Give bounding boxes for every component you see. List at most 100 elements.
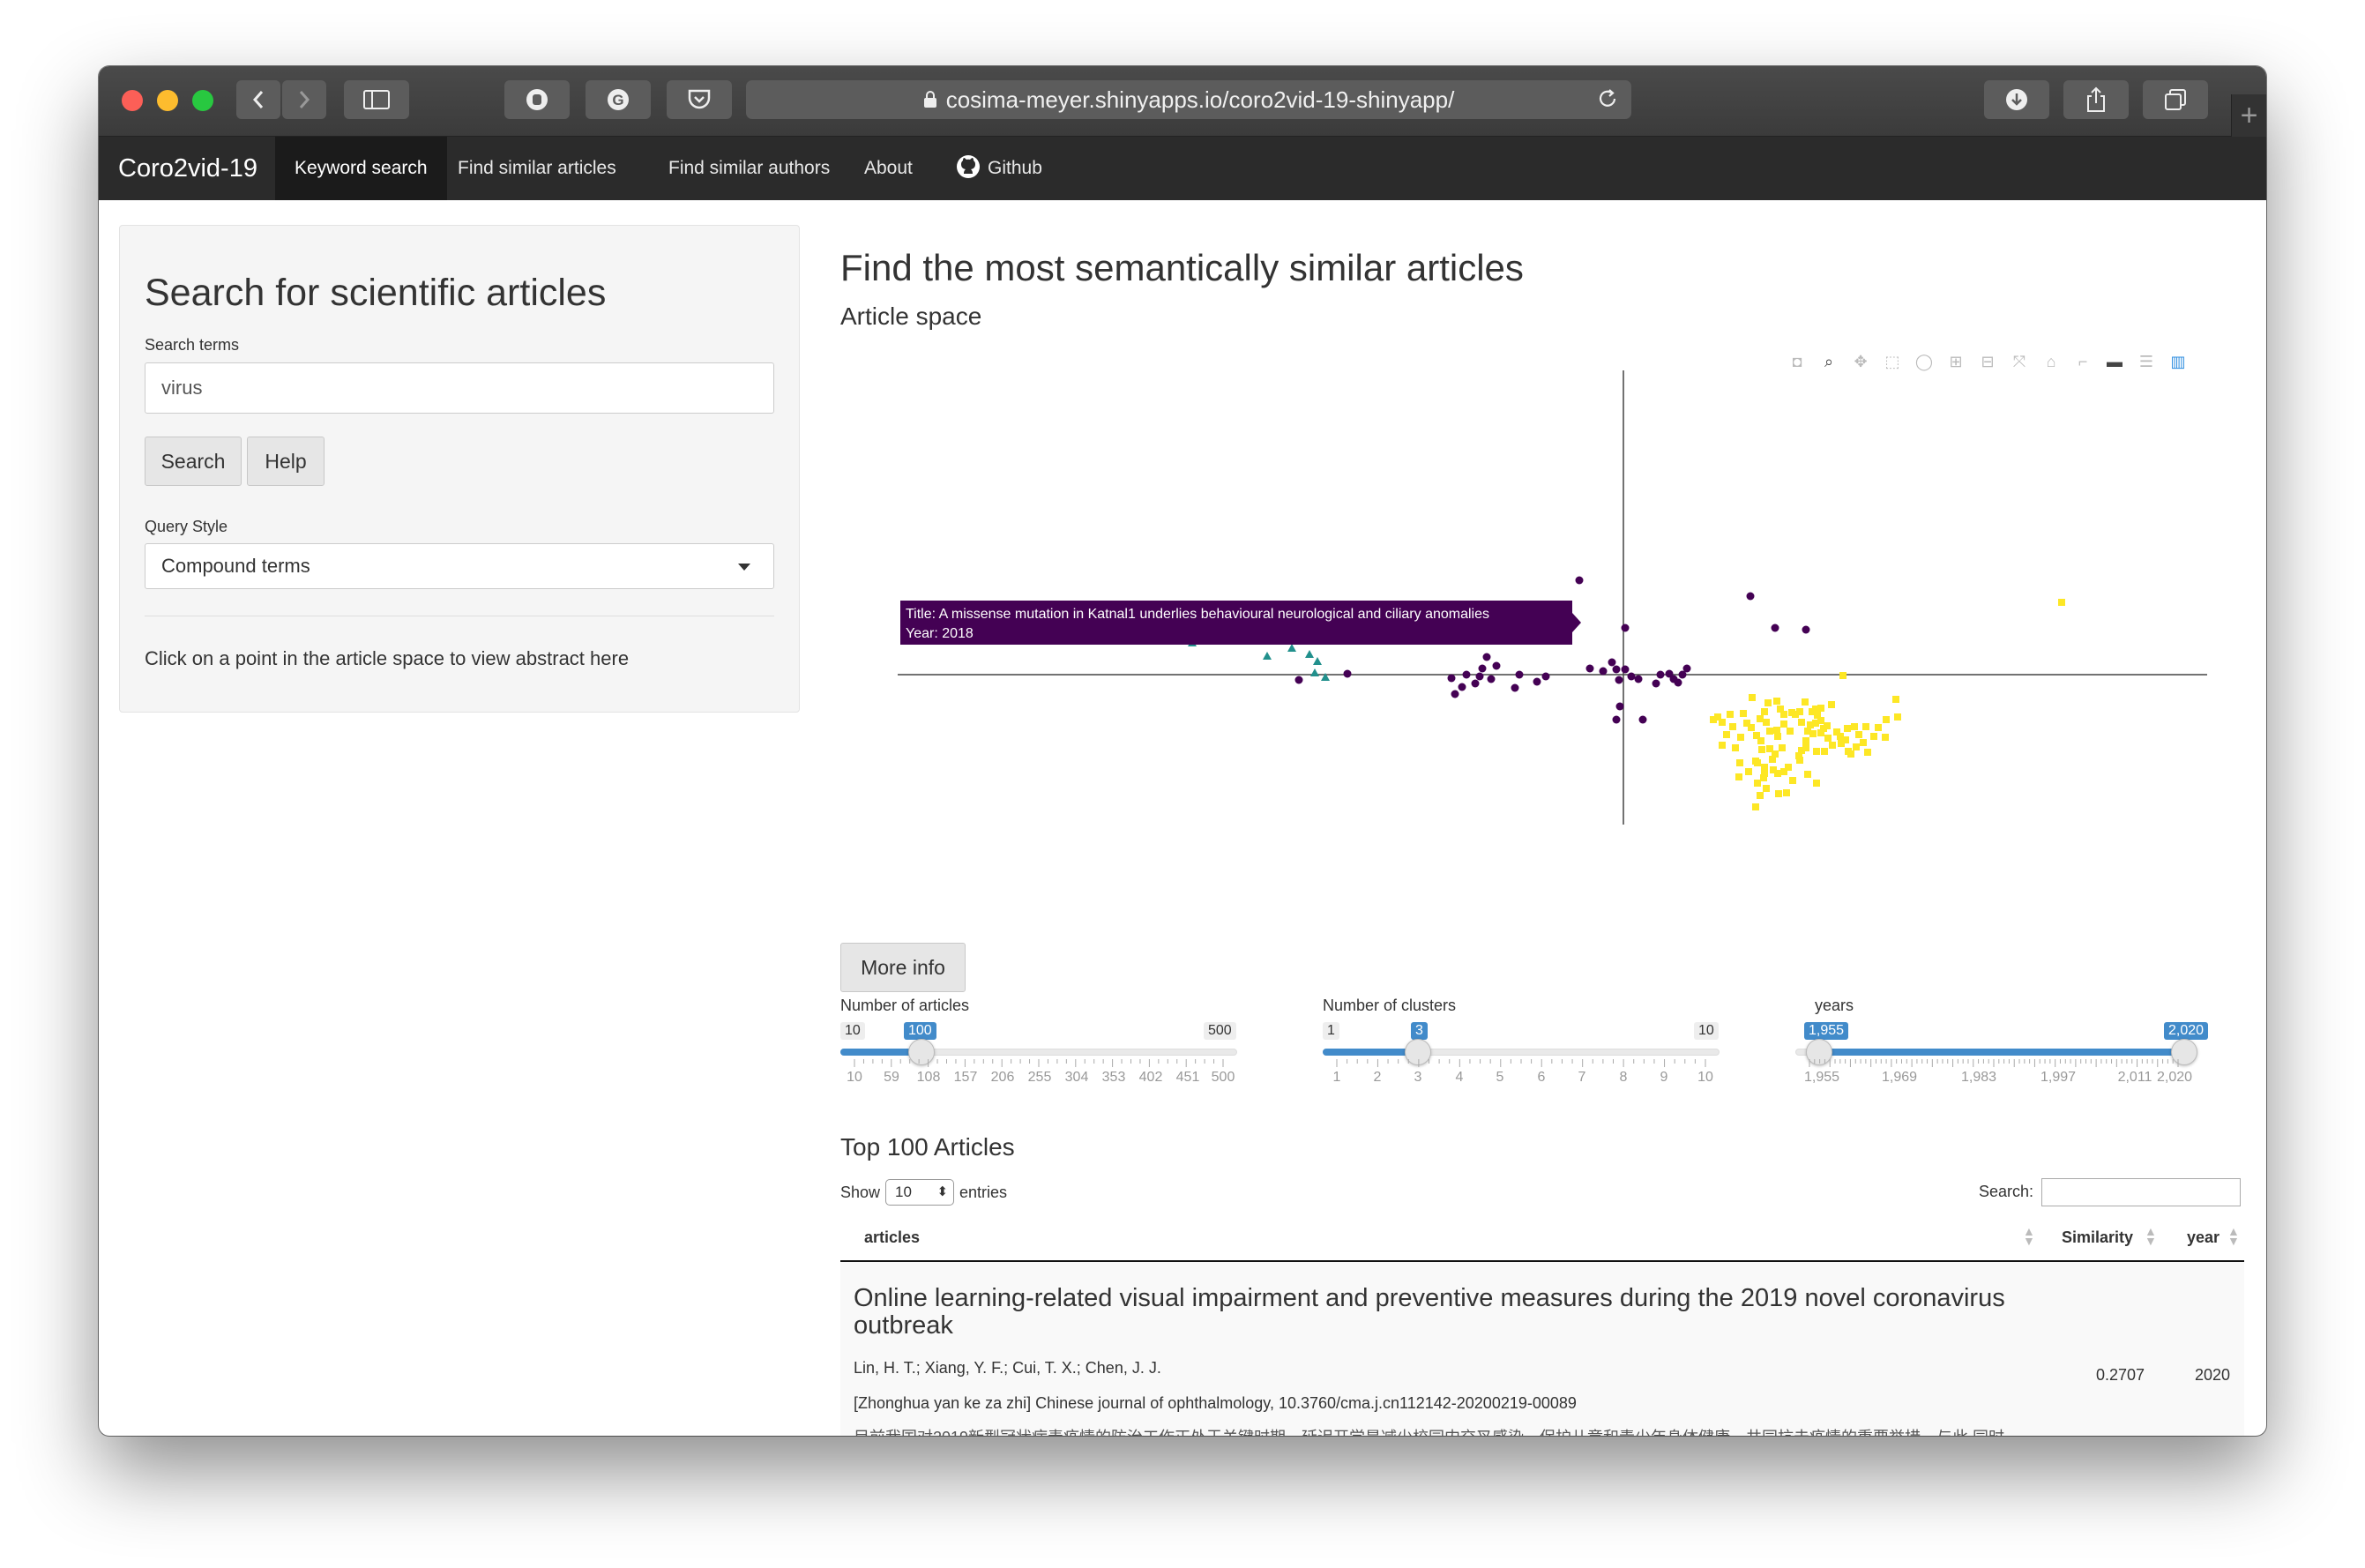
plot-point[interactable] xyxy=(1482,653,1491,661)
close-window-button[interactable] xyxy=(122,90,143,111)
plot-point[interactable] xyxy=(1627,672,1636,681)
plot-point[interactable] xyxy=(1674,678,1682,687)
plot-point[interactable] xyxy=(1828,701,1835,708)
plot-point[interactable] xyxy=(1853,743,1860,750)
nav-github[interactable]: Github xyxy=(936,137,1062,200)
plot-point[interactable] xyxy=(1451,690,1459,698)
downloads-button[interactable] xyxy=(1984,80,2049,119)
plot-point[interactable] xyxy=(1735,773,1742,780)
plot-point[interactable] xyxy=(1749,694,1756,701)
plot-point[interactable] xyxy=(1798,719,1805,726)
plot-point[interactable] xyxy=(1458,683,1466,691)
plot-point[interactable] xyxy=(1758,746,1765,753)
plot-point[interactable] xyxy=(1682,664,1691,673)
plot-point[interactable] xyxy=(1766,728,1773,735)
plot-point[interactable] xyxy=(1864,749,1871,756)
extension-button-1[interactable] xyxy=(504,80,570,119)
plot-point[interactable] xyxy=(1313,657,1322,665)
plot-point[interactable] xyxy=(1774,733,1781,740)
plot-point[interactable] xyxy=(1813,748,1820,755)
plot-point[interactable] xyxy=(1575,576,1584,585)
plot-point[interactable] xyxy=(1870,733,1877,740)
plot-point[interactable] xyxy=(1845,748,1852,755)
nav-find-similar-articles[interactable]: Find similar articles xyxy=(438,137,636,200)
more-info-button[interactable]: More info xyxy=(840,943,966,992)
nav-find-similar-authors[interactable]: Find similar authors xyxy=(649,137,849,200)
back-button[interactable] xyxy=(236,80,280,119)
plot-point[interactable] xyxy=(1752,803,1759,810)
plot-point[interactable] xyxy=(1789,777,1796,784)
plot-point[interactable] xyxy=(1773,698,1780,705)
search-button[interactable]: Search xyxy=(145,437,242,486)
reload-icon[interactable] xyxy=(1596,87,1619,110)
plot-point[interactable] xyxy=(1754,780,1761,787)
tabs-overview-button[interactable] xyxy=(2143,80,2208,119)
plot-point[interactable] xyxy=(1305,650,1314,658)
plot-point[interactable] xyxy=(1851,723,1858,730)
plot-point[interactable] xyxy=(1842,736,1849,743)
plot-point[interactable] xyxy=(1820,725,1827,732)
plot-point[interactable] xyxy=(1787,728,1794,735)
plot-point[interactable] xyxy=(1894,713,1901,721)
plot-point[interactable] xyxy=(1487,675,1496,683)
extension-button-3[interactable] xyxy=(667,80,732,119)
years-slider[interactable]: years 1,955 2,020 1,955 1,969 1,983 1,99… xyxy=(1795,997,2209,1085)
plot-point[interactable] xyxy=(1883,716,1890,723)
plot-point[interactable] xyxy=(1855,731,1862,738)
plot-point[interactable] xyxy=(1824,735,1832,742)
sort-icon[interactable]: ▲ ▼ xyxy=(2145,1225,2157,1247)
plot-point[interactable] xyxy=(1802,737,1809,744)
sort-icon[interactable]: ▲ ▼ xyxy=(2227,1225,2240,1247)
column-header-articles[interactable]: articles xyxy=(864,1228,920,1247)
plot-point[interactable] xyxy=(1621,665,1630,674)
plot-point[interactable] xyxy=(1515,670,1524,679)
share-button[interactable] xyxy=(2063,80,2129,119)
plot-point[interactable] xyxy=(1777,706,1784,713)
plot-point[interactable] xyxy=(1774,770,1781,777)
query-style-select[interactable]: Compound terms xyxy=(145,543,774,589)
plot-point[interactable] xyxy=(1608,658,1616,667)
plot-point[interactable] xyxy=(1732,744,1739,751)
plot-point[interactable] xyxy=(1612,715,1621,724)
app-brand[interactable]: Coro2vid-19 xyxy=(118,137,257,200)
plot-point[interactable] xyxy=(1533,677,1541,686)
plot-point[interactable] xyxy=(1839,672,1846,679)
search-input[interactable]: virus xyxy=(145,362,774,414)
plot-point[interactable] xyxy=(1475,672,1484,681)
plot-point[interactable] xyxy=(1775,790,1782,797)
plot-point[interactable] xyxy=(1729,723,1736,730)
plot-point[interactable] xyxy=(1343,669,1352,678)
plot-point[interactable] xyxy=(1492,661,1501,670)
plot-point[interactable] xyxy=(1802,744,1809,751)
plot-point[interactable] xyxy=(1780,721,1787,728)
forward-button[interactable] xyxy=(282,80,326,119)
clusters-slider[interactable]: Number of clusters 1 3 10 1 2 3 4 5 6 7 … xyxy=(1323,997,1720,1085)
plot-point[interactable] xyxy=(1615,702,1624,711)
plot-point[interactable] xyxy=(1802,698,1809,706)
plot-point[interactable] xyxy=(1757,792,1764,799)
plot-point[interactable] xyxy=(1761,764,1768,771)
plot-point[interactable] xyxy=(1263,652,1272,660)
table-search-input[interactable] xyxy=(2041,1178,2241,1206)
plot-point[interactable] xyxy=(1612,665,1621,674)
plot-point[interactable] xyxy=(1792,711,1799,718)
help-button[interactable]: Help xyxy=(247,437,325,486)
plot-point[interactable] xyxy=(1780,768,1787,775)
plot-point[interactable] xyxy=(1294,676,1303,684)
plot-point[interactable] xyxy=(1746,592,1755,601)
plot-point[interactable] xyxy=(1634,675,1643,683)
plot-point[interactable] xyxy=(1723,731,1730,738)
plot-point[interactable] xyxy=(1766,745,1773,752)
plot-point[interactable] xyxy=(1783,789,1790,796)
plot-point[interactable] xyxy=(1862,723,1869,730)
plot-point[interactable] xyxy=(1478,664,1487,673)
plot-point[interactable] xyxy=(1748,724,1755,731)
address-bar[interactable]: cosima-meyer.shinyapps.io/coro2vid-19-sh… xyxy=(746,80,1631,119)
plot-point[interactable] xyxy=(1745,768,1752,775)
plot-point[interactable] xyxy=(1813,780,1820,787)
plot-point[interactable] xyxy=(1844,725,1851,732)
plot-point[interactable] xyxy=(1511,683,1519,692)
plot-point[interactable] xyxy=(1795,752,1802,759)
plot-point[interactable] xyxy=(1719,742,1726,749)
plot-point[interactable] xyxy=(1753,732,1760,739)
